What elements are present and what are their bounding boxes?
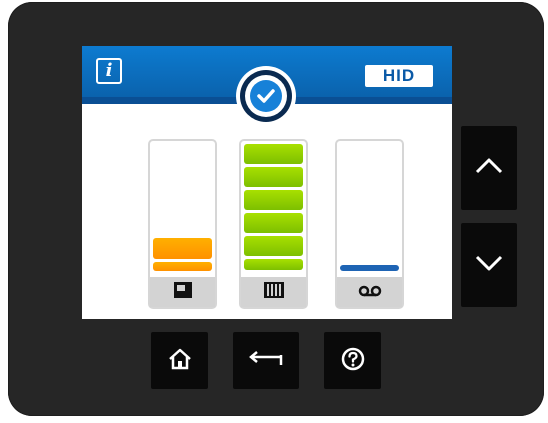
help-button[interactable] [324, 332, 381, 389]
film-icon [263, 281, 285, 303]
back-button[interactable] [233, 332, 299, 389]
status-ok-indicator[interactable] [236, 66, 296, 126]
tape-icon [358, 283, 382, 302]
home-icon [168, 348, 192, 374]
level-segment [244, 259, 303, 270]
gauge-footer [241, 277, 306, 307]
home-button[interactable] [151, 332, 208, 389]
level-segment [244, 144, 303, 164]
scroll-up-button[interactable] [461, 126, 517, 210]
chevron-up-icon [474, 157, 504, 179]
gauge-footer [337, 277, 402, 307]
level-segment [244, 236, 303, 256]
ink-level-gauge [148, 139, 217, 309]
chevron-down-icon [474, 254, 504, 276]
printer-control-panel: i HID [8, 2, 544, 416]
lcd-screen: i HID [82, 46, 452, 319]
check-circle-icon [250, 80, 282, 112]
film-level-gauge [239, 139, 308, 309]
back-arrow-icon [249, 350, 283, 371]
cleaning-level-gauge [335, 139, 404, 309]
scroll-down-button[interactable] [461, 223, 517, 307]
card-cartridge-icon [173, 281, 193, 303]
level-segment [340, 265, 399, 271]
info-icon[interactable]: i [96, 58, 122, 84]
level-segment [153, 262, 212, 271]
brand-logo: HID [365, 65, 433, 87]
gauge-footer [150, 277, 215, 307]
level-segment [244, 190, 303, 210]
level-segment [244, 213, 303, 233]
help-icon [341, 347, 365, 375]
level-segment [244, 167, 303, 187]
level-segment [153, 238, 212, 259]
